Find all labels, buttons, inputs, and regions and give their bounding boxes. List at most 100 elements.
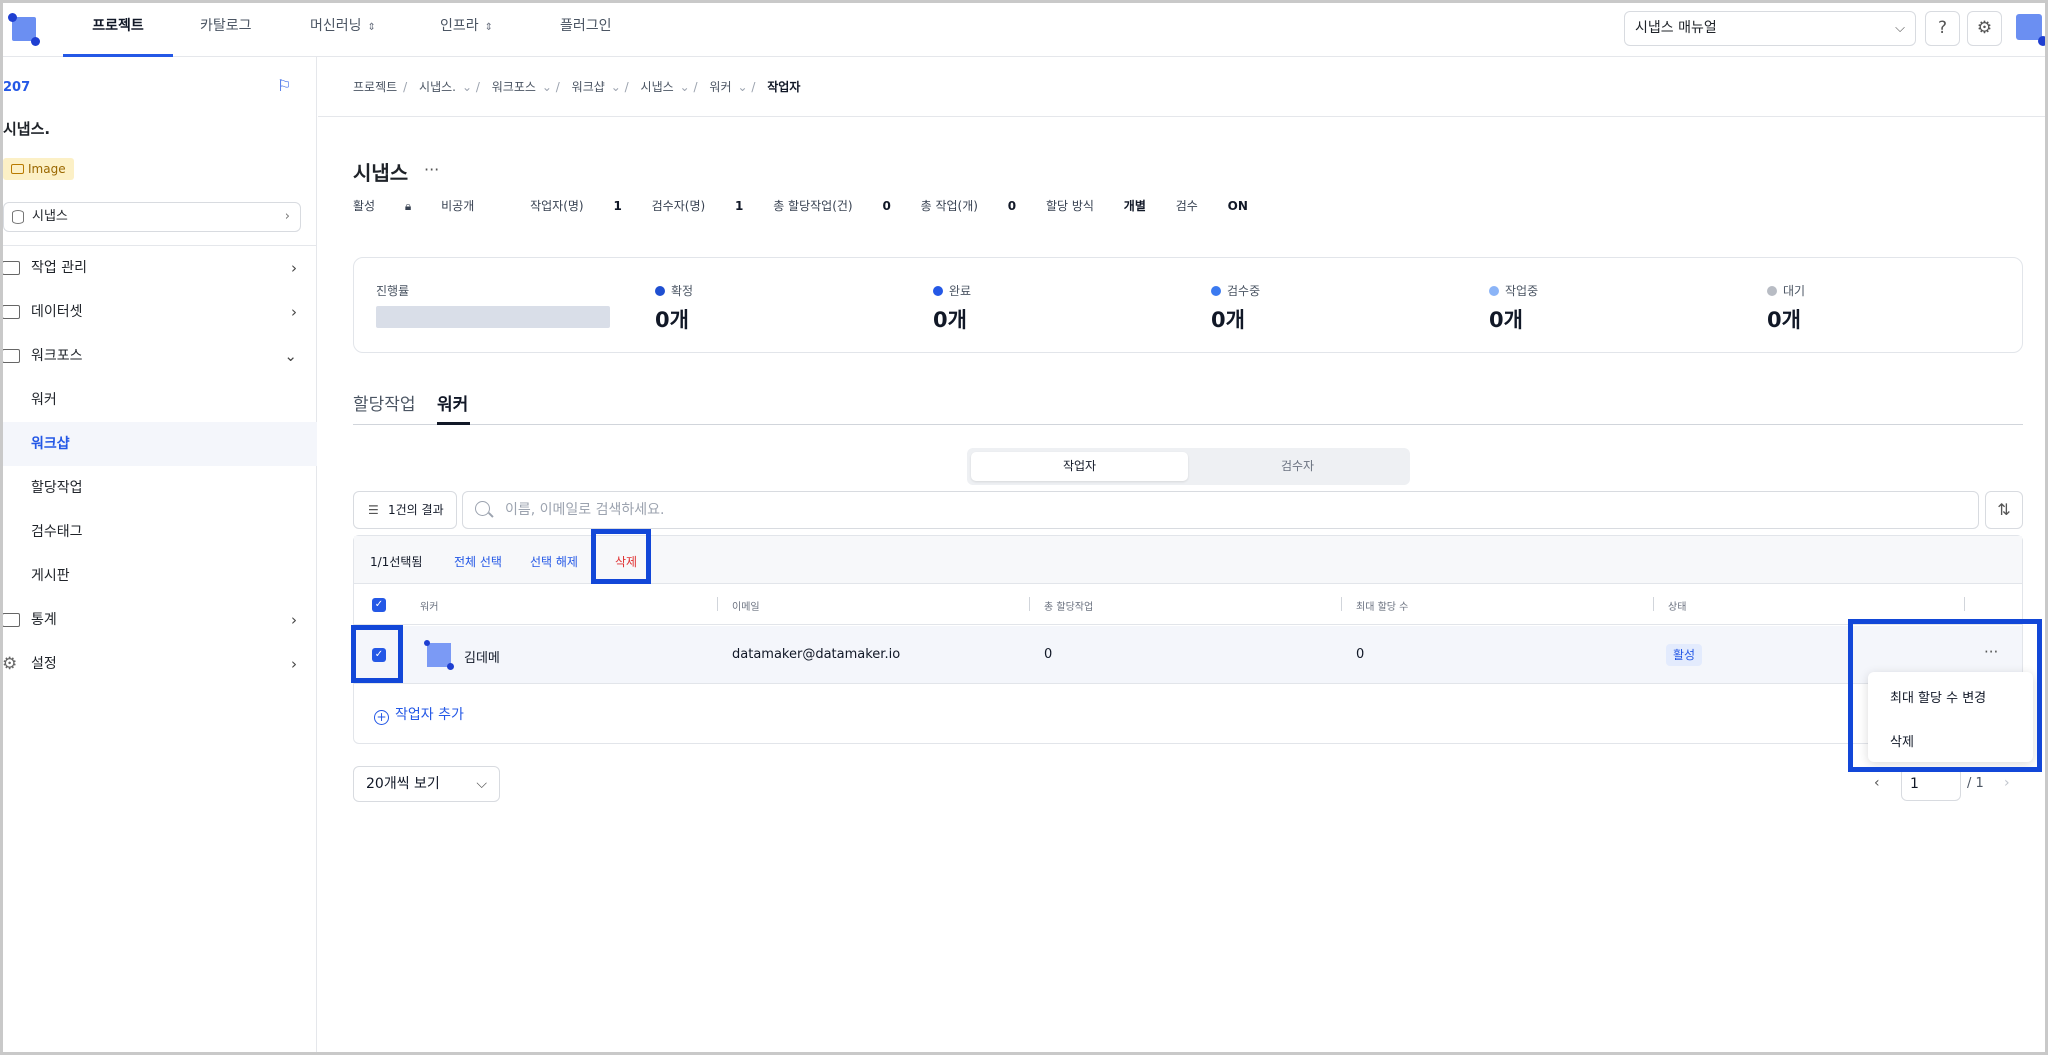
menu-item-delete[interactable]: 삭제 xyxy=(1890,731,1914,750)
breadcrumb-item[interactable]: 시냅스. xyxy=(419,80,456,94)
filter-button[interactable]: ☰ 1건의 결과 xyxy=(353,491,457,529)
stat-done-value: 0개 xyxy=(933,308,967,332)
nav-tab-project[interactable]: 프로젝트 xyxy=(63,0,173,57)
tab-worker[interactable]: 워커 xyxy=(437,390,468,415)
user-avatar[interactable] xyxy=(2016,14,2048,46)
row-checkbox[interactable]: ✓ xyxy=(372,648,386,662)
folder-icon xyxy=(2,261,20,275)
status-dot-icon xyxy=(655,286,665,296)
more-icon[interactable]: ··· xyxy=(424,160,439,179)
stat-working-value: 0개 xyxy=(1489,308,1523,332)
search-input[interactable]: 이름, 이메일로 검색하세요. xyxy=(462,491,1979,529)
workshop-meta: 활성 🔒︎ 비공개 작업자(명) 1 검수자(명) 1 총 할당작업(건) 0 … xyxy=(353,199,1248,213)
project-id: 207 xyxy=(3,80,31,95)
stat-reviewing-label: 검수중 xyxy=(1211,282,1260,299)
stat-reviewing-value: 0개 xyxy=(1211,308,1245,332)
chevron-down-icon: ⌵ xyxy=(476,776,487,792)
bookmark-icon[interactable]: ⚐ xyxy=(277,76,291,95)
nav-tab-plugin[interactable]: 플러그인 xyxy=(560,0,612,57)
breadcrumb-item[interactable]: 시냅스 xyxy=(641,80,674,94)
chevron-right-icon: › xyxy=(291,303,297,321)
sidebar-item-board[interactable]: 게시판 xyxy=(0,554,317,598)
next-page-button[interactable]: › xyxy=(2004,775,2010,791)
per-page-select[interactable]: 20개씩 보기 ⌵ xyxy=(353,766,500,802)
worker-avatar xyxy=(424,640,454,670)
page-title: 시냅스 xyxy=(353,161,409,185)
sidebar-item-task-mgmt[interactable]: 작업 관리 › xyxy=(0,246,317,290)
worker-email: datamaker@datamaker.io xyxy=(732,647,901,662)
progress-bar xyxy=(376,306,610,328)
worker-max: 0 xyxy=(1356,647,1365,662)
tab-assign[interactable]: 할당작업 xyxy=(353,390,416,415)
stat-working-label: 작업중 xyxy=(1489,282,1538,299)
sidebar-item-workshop[interactable]: 워크샵 xyxy=(0,422,317,466)
selection-bar: 1/1선택됨 전체 선택 선택 해제 삭제 xyxy=(354,536,2022,584)
gear-icon: ⚙ xyxy=(2,654,18,674)
sidebar-item-settings[interactable]: ⚙ 설정 › xyxy=(0,642,317,686)
lock-icon: 🔒︎ xyxy=(404,199,412,213)
folder-icon xyxy=(2,613,20,627)
delete-selected-button[interactable]: 삭제 xyxy=(615,553,637,570)
chevron-right-icon: › xyxy=(291,611,297,629)
project-name: 시냅스. xyxy=(3,120,51,138)
filter-icon: ☰ xyxy=(368,503,379,517)
breadcrumb-item[interactable]: 워커 xyxy=(709,80,731,94)
status-dot-icon xyxy=(1489,286,1499,296)
breadcrumb-current: 작업자 xyxy=(767,80,801,94)
search-icon xyxy=(475,501,490,516)
worker-name: 김데메 xyxy=(464,651,500,666)
top-nav: 프로젝트 카탈로그 머신러닝 ⇕ 인프라 ⇕ 플러그인 시냅스 매뉴얼 ⌵ ? ⚙ xyxy=(0,0,2048,57)
row-more-button[interactable]: ··· xyxy=(1984,643,1998,661)
sidebar-item-workforce[interactable]: 워크포스 ⌄ xyxy=(0,334,317,378)
updown-icon: ⇕ xyxy=(367,22,376,33)
sidebar-item-assign[interactable]: 할당작업 xyxy=(0,466,317,510)
folder-icon xyxy=(2,349,20,363)
add-worker-button[interactable]: + 작업자 추가 xyxy=(374,704,464,725)
help-button[interactable]: ? xyxy=(1925,11,1960,46)
table-row[interactable]: ✓ 김데메 datamaker@datamaker.io 0 0 활성 ··· xyxy=(354,626,2022,684)
chevron-right-icon: › xyxy=(284,209,290,224)
breadcrumb-item[interactable]: 워크샵 xyxy=(572,80,605,94)
table-header: ✓ 워커 이메일 총 할당작업 최대 할당 수 상태 xyxy=(354,585,2022,625)
sort-button[interactable]: ⇅ xyxy=(1985,491,2023,529)
status-dot-icon xyxy=(1211,286,1221,296)
stat-done-label: 완료 xyxy=(933,282,971,299)
segment-worker[interactable]: 작업자 xyxy=(971,452,1188,481)
page-input[interactable]: 1 xyxy=(1901,767,1961,801)
status-badge: 활성 xyxy=(1666,644,1703,666)
row-menu: 최대 할당 수 변경 삭제 xyxy=(1868,672,2033,762)
chevron-down-icon: ⌄ xyxy=(284,347,297,365)
nav-tab-infra[interactable]: 인프라 ⇕ xyxy=(440,0,493,57)
sidebar-item-dataset[interactable]: 데이터셋 › xyxy=(0,290,317,334)
select-all-button[interactable]: 전체 선택 xyxy=(454,553,502,570)
manual-select[interactable]: 시냅스 매뉴얼 ⌵ xyxy=(1624,11,1916,46)
sidebar-item-review-tag[interactable]: 검수태그 xyxy=(0,510,317,554)
stat-confirmed-label: 확정 xyxy=(655,282,693,299)
app-logo[interactable] xyxy=(8,13,40,46)
status-dot-icon xyxy=(933,286,943,296)
deselect-button[interactable]: 선택 해제 xyxy=(530,553,578,570)
settings-button[interactable]: ⚙ xyxy=(1967,11,2002,46)
updown-icon: ⇕ xyxy=(484,22,494,33)
nav-tab-catalog[interactable]: 카탈로그 xyxy=(200,0,252,57)
progress-label: 진행률 xyxy=(376,284,410,298)
help-icon: ? xyxy=(1937,18,1948,38)
stat-confirmed-value: 0개 xyxy=(655,308,689,332)
sidebar-item-worker[interactable]: 워커 xyxy=(0,378,317,422)
prev-page-button[interactable]: ‹ xyxy=(1874,775,1880,791)
selected-count: 1/1선택됨 xyxy=(370,555,423,569)
segment-reviewer[interactable]: 검수자 xyxy=(1189,452,1406,481)
sort-icon: ⇅ xyxy=(1997,500,2011,519)
chevron-right-icon: › xyxy=(291,259,297,277)
worker-table: 1/1선택됨 전체 선택 선택 해제 삭제 ✓ 워커 이메일 총 할당작업 최대… xyxy=(353,535,2023,744)
breadcrumb-item[interactable]: 워크포스 xyxy=(492,80,536,94)
dataset-selector[interactable]: 시냅스 › xyxy=(3,202,301,232)
sidebar-item-stats[interactable]: 통계 › xyxy=(0,598,317,642)
breadcrumb-item[interactable]: 프로젝트 xyxy=(353,80,397,94)
menu-item-change-max[interactable]: 최대 할당 수 변경 xyxy=(1890,687,1986,706)
status-text: 활성 xyxy=(353,199,376,213)
select-all-checkbox[interactable]: ✓ xyxy=(372,598,386,612)
gear-icon: ⚙ xyxy=(1976,18,1993,38)
nav-tab-ml[interactable]: 머신러닝 ⇕ xyxy=(310,0,376,57)
stats-card: 진행률 확정 0개 완료 0개 검수중 0개 작업중 0개 대기 0개 xyxy=(353,257,2023,353)
